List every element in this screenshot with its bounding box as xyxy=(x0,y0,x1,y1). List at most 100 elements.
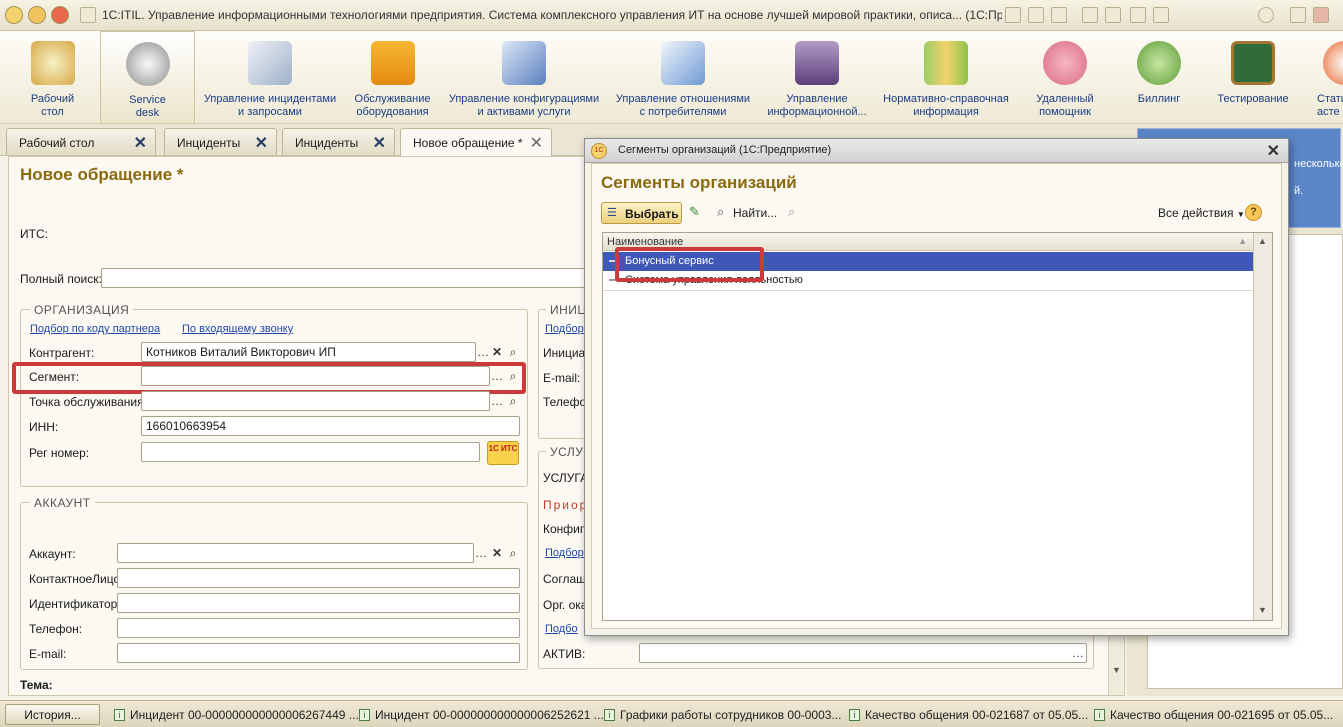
taskbar-item[interactable]: i Графики работы сотрудников 00-0003... xyxy=(600,705,841,725)
history-icon[interactable] xyxy=(51,6,69,24)
contractor-field[interactable]: Котников Виталий Викторович ИП xyxy=(141,342,476,362)
partner-code-link[interactable]: Подбор по коду партнера xyxy=(30,323,160,335)
reg-number-field[interactable] xyxy=(141,442,480,462)
section-reference-data[interactable]: Нормативно-справочная информация xyxy=(878,31,1014,123)
account-field[interactable] xyxy=(117,543,474,563)
scroll-up-icon[interactable]: ▲ xyxy=(1258,236,1267,246)
scroll-down-icon[interactable]: ▼ xyxy=(1258,605,1267,615)
copy-icon[interactable] xyxy=(1051,7,1067,23)
sort-icon[interactable]: ▲ xyxy=(1238,236,1247,246)
clear-icon[interactable]: ✕ xyxy=(489,545,505,563)
refresh-icon[interactable] xyxy=(1105,7,1121,23)
find-button-label: Найти... xyxy=(733,206,778,220)
blackboard-icon xyxy=(1231,41,1275,85)
tab-label: Новое обращение * xyxy=(413,136,523,150)
calculator-icon[interactable] xyxy=(1130,7,1146,23)
clear-icon[interactable]: ✕ xyxy=(489,344,505,362)
contact-label: КонтактноеЛицо: xyxy=(29,572,124,586)
account-group-title: АККАУНТ xyxy=(30,496,95,510)
minimize-icon[interactable] xyxy=(1290,7,1306,23)
configuration-select-link[interactable]: Подбор xyxy=(545,547,584,559)
contact-field[interactable] xyxy=(117,568,520,588)
full-search-input[interactable] xyxy=(101,268,591,288)
close-icon[interactable]: ✕ xyxy=(1267,141,1280,161)
truck-icon xyxy=(370,41,415,85)
section-info-management[interactable]: Управление информационной... xyxy=(762,31,872,123)
select-button[interactable]: ☰ Выбрать xyxy=(601,202,682,224)
find-button[interactable]: ⌕ Найти... xyxy=(717,204,779,222)
section-remote-assistant[interactable]: Удаленный помощник xyxy=(1020,31,1110,123)
close-icon[interactable]: ✕ xyxy=(373,133,386,153)
initiator-select-link[interactable]: Подбор xyxy=(545,323,584,335)
app-logo-icon[interactable] xyxy=(5,6,23,24)
section-configurations[interactable]: Управление конфигурациями и активами усл… xyxy=(445,31,603,123)
select-ellipsis-button[interactable]: … xyxy=(473,545,489,563)
section-billing[interactable]: Биллинг xyxy=(1115,31,1203,123)
taskbar-item[interactable]: i Инцидент 00-000000000000006267449 ... xyxy=(110,705,359,725)
service-group-title: УСЛУ xyxy=(546,445,588,459)
section-equipment[interactable]: Обслуживание оборудования xyxy=(345,31,440,123)
section-service-desk[interactable]: Service desk xyxy=(100,31,195,123)
identifier-field[interactable] xyxy=(117,593,520,613)
close-window-icon[interactable] xyxy=(1313,7,1329,23)
edit-pencil-icon[interactable]: ✎ xyxy=(689,204,700,220)
chevron-down-icon: ▼ xyxy=(1236,210,1245,219)
its-badge-button[interactable]: 1С ИТС xyxy=(487,441,519,465)
dialog-title-bar[interactable]: 1С Сегменты организаций (1С:Предприятие)… xyxy=(585,139,1288,163)
taskbar-item[interactable]: i Инцидент 00-000000000000006252621 ... xyxy=(355,705,604,725)
tab-desktop[interactable]: Рабочий стол ✕ xyxy=(6,128,156,155)
save-icon[interactable] xyxy=(1005,7,1021,23)
search-icon[interactable]: ⌕ xyxy=(505,393,521,411)
menu-arrow-icon[interactable] xyxy=(28,6,46,24)
all-actions-menu[interactable]: Все действия ▼ xyxy=(1158,206,1245,220)
character-icon xyxy=(1137,41,1181,85)
monitor-icon xyxy=(502,41,546,85)
section-label: Удаленный помощник xyxy=(1036,93,1094,118)
tab-incidents-2[interactable]: Инциденты ✕ xyxy=(282,128,395,155)
service-point-label: Точка обслуживания: xyxy=(29,395,147,409)
search-icon[interactable]: ⌕ xyxy=(505,344,521,362)
desk-lamp-icon xyxy=(30,41,75,85)
taskbar-item-label: Качество общения 00-021695 от 05.05... xyxy=(1110,708,1334,722)
active-field[interactable] xyxy=(639,643,1087,663)
section-desktop[interactable]: Рабочий стол xyxy=(5,31,100,123)
favorites-star-icon[interactable] xyxy=(80,7,96,23)
select-ellipsis-button[interactable]: … xyxy=(1070,645,1086,663)
star-add-icon[interactable] xyxy=(1082,7,1098,23)
section-testing[interactable]: Тестирование xyxy=(1208,31,1298,123)
section-label: Управление инцидентами и запросами xyxy=(203,93,337,118)
section-label: Управление отношениями с потребителями xyxy=(615,93,751,118)
info-icon[interactable] xyxy=(1258,7,1274,23)
taskbar-item-label: Инцидент 00-000000000000006267449 ... xyxy=(130,708,359,722)
account-label: Аккаунт: xyxy=(29,547,76,561)
section-customer-relations[interactable]: Управление отношениями с потребителями xyxy=(610,31,756,123)
phone-field[interactable] xyxy=(117,618,520,638)
history-button[interactable]: История... xyxy=(5,704,100,725)
section-statistics[interactable]: Стати асте xyxy=(1305,31,1343,123)
help-icon[interactable]: ? xyxy=(1245,204,1262,221)
taskbar-item[interactable]: i Качество общения 00-021687 от 05.05... xyxy=(845,705,1089,725)
incoming-call-link[interactable]: По входящему звонку xyxy=(182,323,293,335)
email-field[interactable] xyxy=(117,643,520,663)
inn-label: ИНН: xyxy=(29,420,59,434)
inn-field[interactable]: 166010663954 xyxy=(141,416,520,436)
taskbar-item[interactable]: i Качество общения 00-021695 от 05.05... xyxy=(1090,705,1340,725)
close-icon[interactable]: ✕ xyxy=(255,133,268,153)
print-icon[interactable] xyxy=(1028,7,1044,23)
search-icon[interactable]: ⌕ xyxy=(505,545,521,563)
close-icon[interactable]: ✕ xyxy=(134,133,147,153)
tab-new-request[interactable]: Новое обращение * ✕ xyxy=(400,128,552,156)
close-icon[interactable]: ✕ xyxy=(530,133,543,153)
tab-incidents-1[interactable]: Инциденты ✕ xyxy=(164,128,277,155)
section-incidents[interactable]: Управление инцидентами и запросами xyxy=(200,31,340,123)
select-ellipsis-button[interactable]: … xyxy=(489,393,505,411)
service-point-field[interactable] xyxy=(141,391,490,411)
org-service-label: Орг. ока xyxy=(543,598,588,612)
cancel-search-icon[interactable]: ⌕ xyxy=(788,204,795,220)
scroll-down-icon[interactable]: ▼ xyxy=(1112,665,1121,675)
calendar-icon[interactable] xyxy=(1153,7,1169,23)
table-scrollbar[interactable]: ▲ ▼ xyxy=(1253,233,1272,620)
select-link[interactable]: Подбо xyxy=(545,623,578,635)
select-list-icon: ☰ xyxy=(607,207,617,219)
taskbar-item-label: Качество общения 00-021687 от 05.05... xyxy=(865,708,1089,722)
